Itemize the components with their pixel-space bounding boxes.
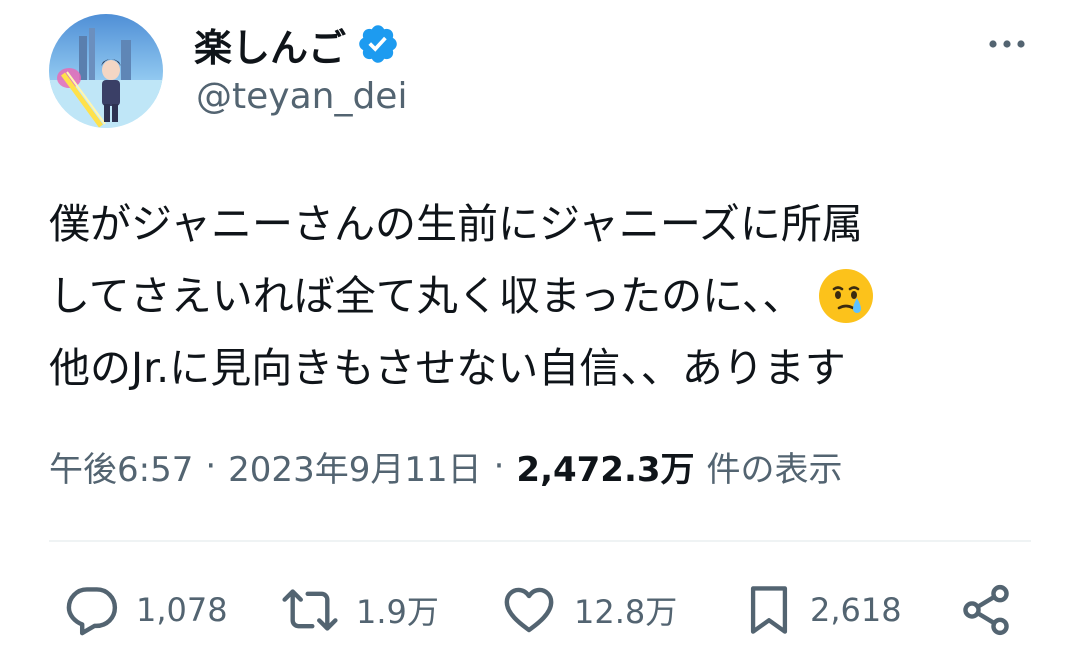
divider [49,540,1031,542]
avatar[interactable] [49,14,163,128]
tweet-text: 僕がジャニーさんの生前にジャニーズに所属 してさえいれば全て丸く収まったのに、、… [49,188,1039,404]
tweet-date[interactable]: 2023年9月11日 [228,442,481,491]
retweet-icon [280,582,340,638]
views-count[interactable]: 2,472.3万 [516,442,694,491]
like-count: 12.8万 [574,593,678,631]
action-bar: 1,078 1.9万 12.8万 2,618 [0,578,1080,642]
avatar-image [49,14,163,128]
tweet-text-line-1: 僕がジャニーさんの生前にジャニーズに所属 [49,200,863,248]
tweet-time[interactable]: 午後6:57 [49,442,193,491]
author-handle[interactable]: @teyan_dei [196,76,407,117]
tweet-meta: 午後6:57 · 2023年9月11日 · 2,472.3万 件の表示 [49,438,843,494]
face-holding-back-tears-emoji-icon [817,267,875,325]
meta-separator: · [493,446,505,486]
more-dots-icon[interactable] [985,24,1029,64]
tweet-text-line: してさえいれば全て丸く収まったのに、、 [49,260,1039,332]
tweet-text-line-3: 他のJr.に見向きもさせない自信、、あります [49,344,846,392]
retweet-button[interactable]: 1.9万 [280,578,439,642]
bookmark-button[interactable]: 2,618 [744,578,902,642]
share-button[interactable] [958,578,1014,642]
share-icon [958,582,1014,638]
verified-badge-icon [356,22,400,66]
retweet-count: 1.9万 [356,593,439,631]
reply-icon [64,582,120,638]
bookmark-count: 2,618 [810,591,902,629]
author-name-row: 楽しんご [194,16,400,72]
tweet-text-line-2: してさえいれば全て丸く収まったのに、、 [49,272,804,320]
tweet-text-line: 僕がジャニーさんの生前にジャニーズに所属 [49,188,1039,260]
meta-separator: · [205,446,217,486]
display-name[interactable]: 楽しんご [194,17,346,72]
reply-button[interactable]: 1,078 [64,578,228,642]
bookmark-icon [744,582,794,638]
like-button[interactable]: 12.8万 [500,578,677,642]
tweet-text-line: 他のJr.に見向きもさせない自信、、あります [49,332,1039,404]
views-label: 件の表示 [706,449,843,490]
heart-icon [500,582,558,638]
reply-count: 1,078 [136,591,228,629]
tweet: 楽しんご @teyan_dei 僕がジャニーさんの生前にジャニーズに所属 してさ… [0,0,1080,661]
